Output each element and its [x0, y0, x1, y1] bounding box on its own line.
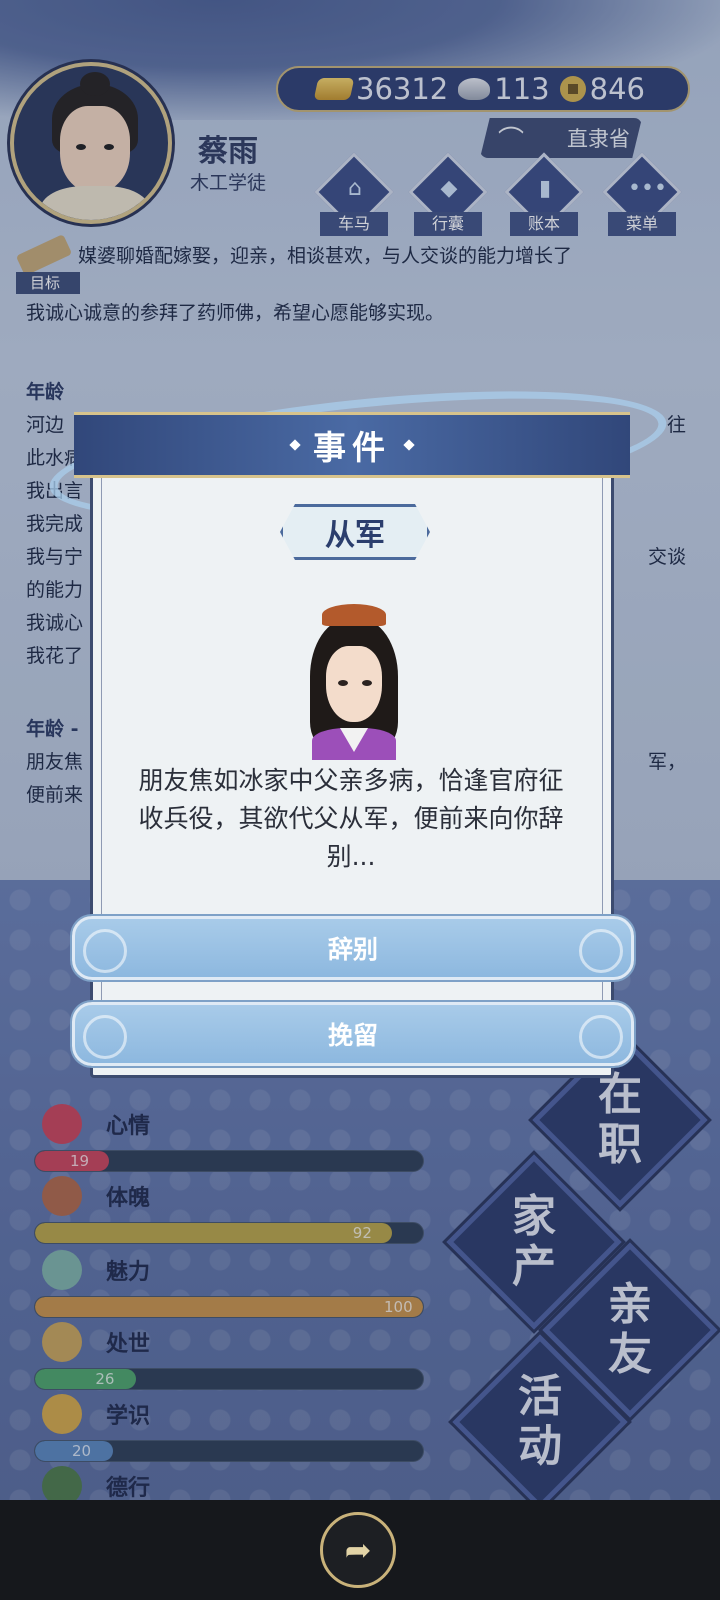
event-title: 从军 [280, 504, 430, 560]
persuade-stay-button[interactable]: 挽留 [72, 1002, 634, 1066]
diamond-icon [403, 439, 415, 451]
character-portrait [302, 600, 406, 760]
event-dialog: 事件 从军 朋友焦如冰家中父亲多病，恰逢官府征收兵役，其欲代父从军，便前来向你辞… [43, 367, 673, 1112]
farewell-button[interactable]: 辞别 [72, 916, 634, 980]
dialog-header: 事件 [74, 412, 630, 478]
share-icon: ➦ [344, 1531, 372, 1569]
dialog-title: 事件 [313, 428, 391, 467]
event-description: 朋友焦如冰家中父亲多病，恰逢官府征收兵役，其欲代父从军，便前来向你辞别... [138, 766, 564, 871]
diamond-icon [289, 439, 301, 451]
share-button[interactable]: ➦ [320, 1512, 396, 1588]
